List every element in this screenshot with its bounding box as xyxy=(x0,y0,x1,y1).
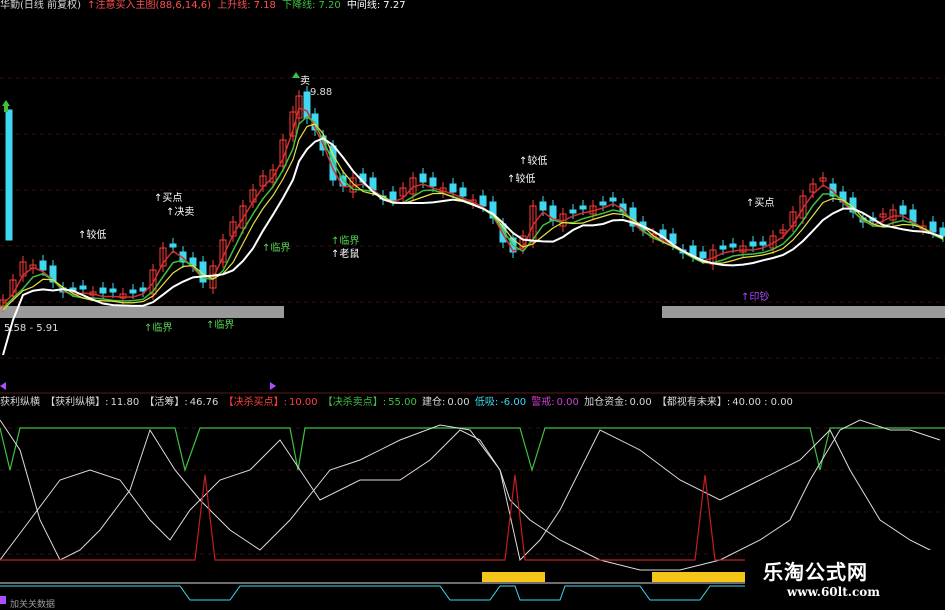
upper-line-value: 7.18 xyxy=(253,0,276,11)
indicator-title: 获利纵横 xyxy=(0,397,40,408)
param-addfund-label: 加仓资金: xyxy=(584,397,628,408)
annot-low-1: ↑较低 xyxy=(78,228,106,241)
param-future-value: 40.00 : 0.00 xyxy=(732,397,793,408)
stock-name: 华勤(日线 前复权) xyxy=(0,0,81,11)
lower-line-value: 7.20 xyxy=(318,0,341,11)
indicator-white-line-1 xyxy=(0,419,941,561)
param-sell-label: 【决杀卖点】: xyxy=(322,397,387,408)
annot-sell-1: ↑决卖 xyxy=(166,206,194,218)
annot-low-3: ↑较低 xyxy=(507,172,535,185)
candle-body xyxy=(139,287,147,292)
yellow-signal-bar-2 xyxy=(652,572,752,582)
candle-body xyxy=(429,177,437,187)
candle-body xyxy=(599,201,607,206)
high-arrow-icon xyxy=(292,72,300,78)
candle-body xyxy=(719,245,727,250)
candle-body xyxy=(39,260,47,271)
candle-body xyxy=(579,205,587,210)
annot-low-2: ↑较低 xyxy=(519,154,547,167)
annot-critical-2: ↑临界 xyxy=(331,234,359,247)
candle-body xyxy=(609,197,617,202)
lower-line-label: 下降线: xyxy=(282,0,316,11)
indicator-white-line-2 xyxy=(0,419,941,571)
indicator-red-line xyxy=(0,474,945,561)
param-profit-value: 11.80 xyxy=(110,397,140,408)
candle-body xyxy=(389,191,397,201)
candle-body xyxy=(749,241,757,247)
candlestick-series xyxy=(0,86,945,312)
param-addfund-value: 0.00 xyxy=(629,397,652,408)
high-price-label: 9.88 xyxy=(310,87,332,98)
candle-body xyxy=(929,221,937,233)
param-buy-value: 10.00 xyxy=(288,397,318,408)
watermark-url: www.60lt.com xyxy=(787,585,880,599)
candle-body xyxy=(899,205,907,215)
annot-critical-1: ↑临界 xyxy=(262,241,290,254)
yellow-signal-bar-1 xyxy=(482,572,545,582)
candle-body xyxy=(109,288,117,293)
bottom-data-label: 加关关数据 xyxy=(10,600,56,610)
annot-buy-1: ↑买点 xyxy=(154,192,182,204)
high-marker-label: 卖 xyxy=(300,75,310,87)
param-sell-value: 55.00 xyxy=(388,397,417,408)
support-zone-bar-left xyxy=(0,306,284,318)
annot-mouse: ↑老鼠 xyxy=(331,247,359,260)
param-alert-value: 0.00 xyxy=(556,397,579,408)
param-build-value: 0.00 xyxy=(447,397,470,408)
watermark: 乐淘公式网 www.60lt.com xyxy=(745,550,945,609)
chart-canvas: 卖 9.88 5.58 - 5.91 ↑买点 ↑较低 ↑决卖 ↑临界 ↑临界 ↑… xyxy=(0,72,945,601)
param-future-label: 【都视有未来】: xyxy=(656,397,731,408)
candle-body xyxy=(99,287,107,294)
indicator-header: 获利纵横 【获利纵横】: 11.80 【活筹】: 46.76 【决杀买点】: 10.0… xyxy=(0,397,795,411)
candle-body xyxy=(939,227,945,237)
param-buy-label: 【决杀买点】: xyxy=(223,397,287,408)
mid-line-label: 中间线: xyxy=(346,0,381,11)
param-alert-label: 警戒: xyxy=(531,397,555,408)
candle-body xyxy=(729,243,737,248)
ma-yellow-line xyxy=(2,123,944,311)
indicator-grid xyxy=(0,427,945,555)
annot-print-money: ↑印钞 xyxy=(741,290,769,303)
param-lowbuy-value: -6.00 xyxy=(500,397,527,408)
candle-body xyxy=(569,209,577,214)
candle-body xyxy=(169,243,177,248)
candle-body xyxy=(419,173,427,183)
candle-body xyxy=(5,109,13,241)
main-chart-header: 华勤(日线 前复权) ↑注意买入主图(88,6,14,6) 上升线: 7.18 下… xyxy=(0,0,409,14)
param-build-label: 建仓: xyxy=(422,397,446,408)
candle-body xyxy=(449,183,457,193)
scroll-marker-icon[interactable] xyxy=(270,382,276,390)
param-active-label: 【活筹】: xyxy=(144,397,188,408)
annot-critical-3: ↑临界 xyxy=(206,318,234,331)
mid-line-value: 7.27 xyxy=(383,0,406,11)
upper-line-label: 上升线: xyxy=(217,0,251,11)
bottom-color-marker xyxy=(0,596,6,604)
annot-buy-2: ↑买点 xyxy=(746,197,774,209)
param-lowbuy-label: 低吸: xyxy=(474,397,499,408)
param-active-value: 46.76 xyxy=(189,397,219,408)
annot-critical-4: ↑临界 xyxy=(144,321,172,334)
indicator-green-line xyxy=(0,427,945,473)
candle-body xyxy=(459,187,467,197)
candle-body xyxy=(699,251,707,259)
candle-body xyxy=(79,285,87,290)
support-zone-bar-right xyxy=(662,306,945,318)
candle-body xyxy=(759,241,767,246)
candle-body xyxy=(479,195,487,207)
low-range-label: 5.58 - 5.91 xyxy=(4,323,59,334)
param-profit-label: 【获利纵横】: xyxy=(45,397,109,408)
watermark-title: 乐淘公式网 xyxy=(763,560,868,584)
scroll-left-icon[interactable] xyxy=(0,382,6,390)
candle-body xyxy=(539,201,547,211)
candle-body xyxy=(129,289,137,294)
ma-green-line xyxy=(2,115,944,309)
indicator-name: ↑注意买入主图(88,6,14,6) xyxy=(87,0,212,11)
